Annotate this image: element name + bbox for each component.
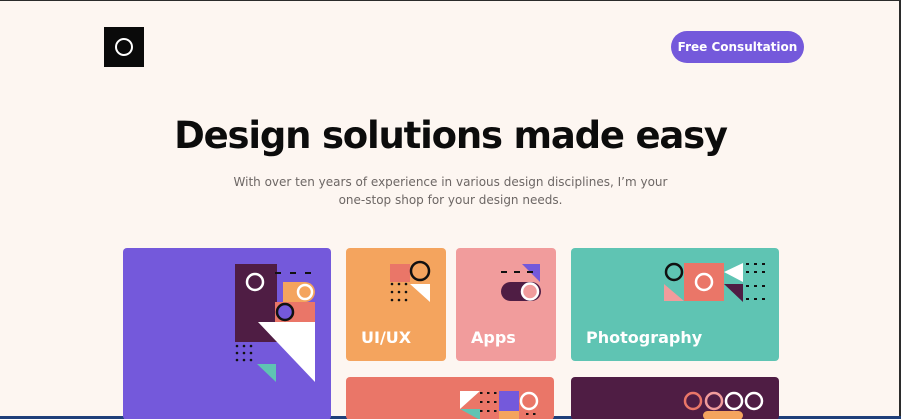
plum-geometric-artwork — [683, 391, 764, 419]
service-card-photography[interactable]: Photography — [571, 248, 779, 361]
featured-geometric-artwork — [235, 264, 315, 382]
service-card-featured[interactable] — [123, 248, 331, 419]
page-title: Design solutions made easy — [174, 114, 728, 157]
service-card-coral[interactable] — [346, 377, 554, 419]
logo[interactable] — [104, 27, 144, 67]
service-card-label: Apps — [471, 328, 516, 347]
coral-geometric-artwork — [460, 391, 539, 419]
service-card-apps[interactable]: Apps — [456, 248, 556, 361]
circle-logo-icon — [115, 38, 133, 56]
hero-subtitle: With over ten years of experience in var… — [233, 175, 668, 207]
service-card-plum[interactable] — [571, 377, 779, 419]
service-card-ui-ux[interactable]: UI/UX — [346, 248, 446, 361]
service-card-label: UI/UX — [361, 328, 412, 347]
free-consultation-button[interactable]: Free Consultation — [671, 31, 804, 63]
service-card-label: Photography — [586, 328, 703, 347]
